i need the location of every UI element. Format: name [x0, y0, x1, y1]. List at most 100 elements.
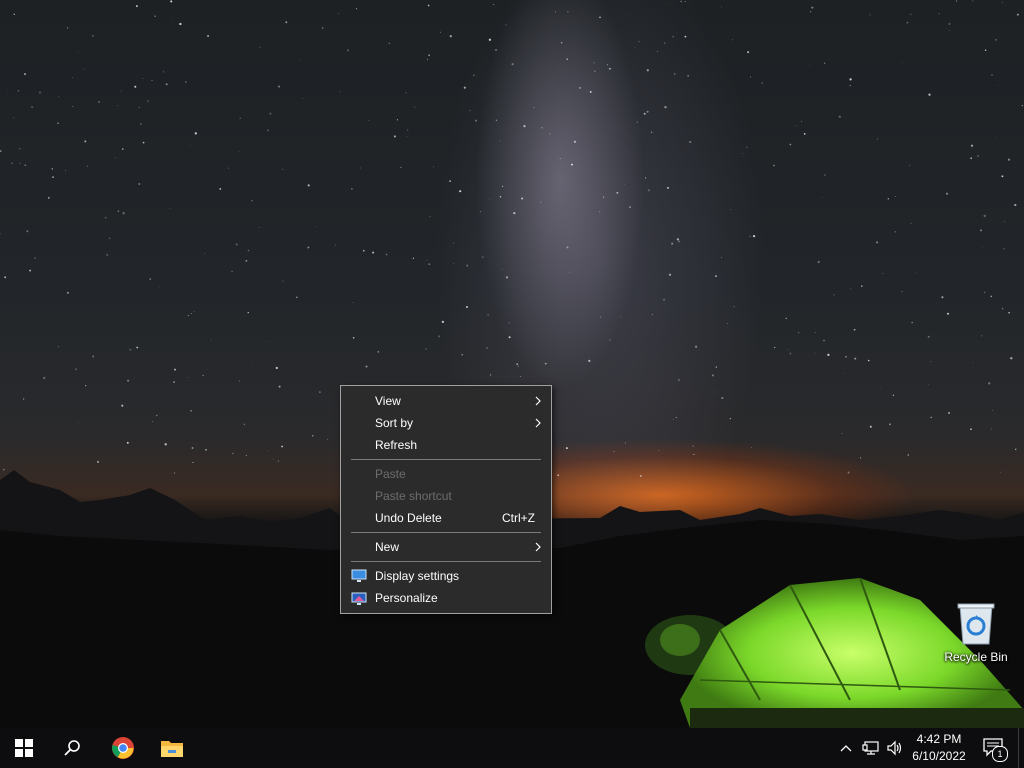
star — [910, 13, 912, 15]
menu-item-undo-delete[interactable]: Undo Delete Ctrl+Z — [341, 507, 551, 529]
show-hidden-icons-chevron-up-icon[interactable] — [838, 740, 854, 756]
star — [219, 187, 222, 190]
star — [694, 345, 698, 348]
star — [449, 35, 452, 38]
star — [58, 346, 60, 348]
star — [52, 176, 54, 178]
star — [990, 428, 992, 430]
star — [84, 140, 87, 143]
star — [238, 150, 240, 152]
star — [746, 146, 748, 148]
star — [433, 166, 434, 168]
star — [247, 311, 249, 314]
start-button[interactable] — [0, 728, 48, 768]
star — [126, 379, 130, 382]
menu-item-label: Sort by — [375, 416, 414, 430]
star — [278, 85, 281, 88]
menu-item-refresh[interactable]: Refresh — [341, 434, 551, 456]
star — [823, 62, 826, 64]
star — [66, 27, 69, 29]
star — [151, 421, 153, 423]
star — [449, 180, 451, 182]
network-icon[interactable] — [862, 739, 880, 757]
taskbar-clock[interactable]: 4:42 PM 6/10/2022 — [906, 731, 972, 765]
menu-item-sort-by[interactable]: Sort by — [341, 412, 551, 434]
star — [489, 198, 490, 200]
star — [204, 252, 206, 254]
star — [603, 196, 605, 198]
star — [245, 259, 248, 262]
star — [599, 316, 602, 318]
star — [809, 11, 812, 13]
star — [541, 127, 543, 129]
menu-item-new[interactable]: New — [341, 536, 551, 558]
star — [894, 196, 896, 198]
star — [282, 280, 284, 282]
star — [453, 263, 455, 265]
star — [351, 187, 353, 190]
volume-icon[interactable] — [886, 739, 904, 757]
star — [634, 47, 635, 49]
star — [684, 35, 687, 38]
star — [505, 276, 509, 279]
star — [466, 306, 468, 308]
star — [275, 366, 278, 370]
star — [0, 233, 1, 235]
chrome-taskbar-button[interactable] — [99, 728, 147, 768]
search-button[interactable] — [48, 728, 96, 768]
star — [488, 38, 492, 41]
star — [749, 235, 751, 237]
star — [533, 106, 535, 108]
star — [785, 317, 787, 320]
star — [1001, 175, 1004, 178]
file-explorer-taskbar-button[interactable] — [148, 728, 196, 768]
recycle-bin-shortcut[interactable]: Recycle Bin — [940, 600, 1012, 672]
star — [948, 412, 951, 414]
star — [901, 61, 903, 63]
star — [887, 198, 889, 200]
star — [316, 226, 318, 228]
star — [809, 65, 810, 67]
star — [684, 0, 686, 2]
star — [469, 109, 471, 111]
star — [24, 164, 27, 167]
star — [117, 210, 120, 212]
star — [72, 106, 74, 107]
star — [501, 268, 503, 270]
star — [977, 155, 979, 157]
star — [827, 353, 830, 357]
menu-item-label: Display settings — [375, 569, 460, 583]
desktop-background[interactable]: Recycle Bin View Sort by Refresh Paste P… — [0, 0, 1024, 728]
star — [461, 354, 463, 356]
star — [136, 346, 139, 349]
star — [867, 359, 870, 362]
star — [24, 73, 26, 76]
show-desktop-button[interactable] — [1018, 728, 1024, 768]
star — [319, 391, 321, 393]
star — [187, 315, 189, 317]
star — [721, 396, 724, 400]
star — [789, 352, 792, 355]
star — [352, 337, 355, 339]
star — [636, 121, 638, 123]
star — [338, 12, 339, 14]
star — [66, 291, 69, 294]
star — [428, 263, 431, 266]
star — [1007, 158, 1011, 161]
star — [569, 271, 571, 273]
star — [10, 162, 13, 165]
star — [489, 374, 492, 376]
star — [7, 92, 8, 94]
star — [889, 423, 891, 426]
menu-item-paste: Paste — [341, 463, 551, 485]
star — [156, 414, 158, 417]
menu-item-display-settings[interactable]: Display settings — [341, 565, 551, 587]
star — [715, 275, 717, 277]
recycle-bin-label: Recycle Bin — [944, 650, 1008, 664]
star — [413, 106, 416, 108]
menu-item-personalize[interactable]: Personalize — [341, 587, 551, 609]
star — [838, 115, 841, 118]
menu-item-view[interactable]: View — [341, 390, 551, 412]
star — [589, 90, 592, 93]
star — [624, 184, 626, 185]
